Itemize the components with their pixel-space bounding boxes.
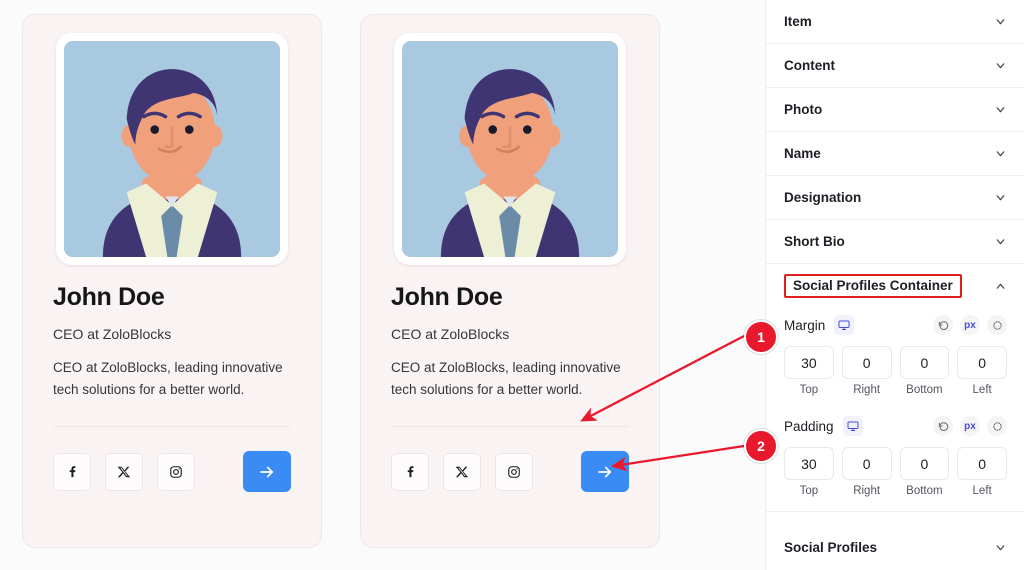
avatar-illustration-icon — [402, 41, 618, 257]
accordion-label: Item — [784, 14, 812, 29]
unit-px-toggle[interactable]: px — [960, 416, 980, 436]
avatar-frame — [394, 33, 626, 265]
accordion-label: Short Bio — [784, 234, 845, 249]
member-designation: CEO at ZoloBlocks — [391, 325, 510, 342]
margin-top-input[interactable]: 30 — [784, 346, 834, 379]
margin-control-header: Margin px — [784, 308, 1007, 342]
facebook-icon[interactable] — [391, 452, 429, 491]
settings-sidebar: Item Content Photo Name Designation Shor… — [765, 0, 1024, 570]
member-name: John Doe — [53, 283, 165, 311]
annotation-badge-1: 1 — [744, 320, 778, 354]
sidebar-item-social-profiles[interactable]: Social Profiles — [766, 525, 1024, 569]
team-member-card[interactable]: John Doe CEO at ZoloBlocks CEO at ZoloBl… — [360, 14, 660, 548]
preview-canvas: John Doe CEO at ZoloBlocks CEO at ZoloBl… — [0, 0, 765, 570]
chevron-down-icon[interactable] — [994, 103, 1007, 116]
sidebar-divider — [766, 511, 1024, 512]
padding-bottom-field: 0 Bottom — [899, 447, 950, 497]
margin-right-field: 0 Right — [841, 346, 892, 396]
arrow-right-icon[interactable] — [581, 451, 629, 493]
app-screen: John Doe CEO at ZoloBlocks CEO at ZoloBl… — [0, 0, 1024, 570]
sidebar-item-name[interactable]: Name — [766, 132, 1024, 176]
sidebar-item-designation[interactable]: Designation — [766, 176, 1024, 220]
member-bio: CEO at ZoloBlocks, leading innovative te… — [53, 359, 283, 397]
reset-icon[interactable] — [933, 416, 953, 436]
margin-left-field: 0 Left — [957, 346, 1007, 396]
margin-control-group: Margin px 30 Top 0 Right 0 Bottom 0 Left — [766, 308, 1024, 396]
margin-right-input[interactable]: 0 — [841, 346, 892, 379]
padding-left-caption: Left — [972, 485, 992, 497]
annotation-badge-2: 2 — [744, 429, 778, 463]
padding-bottom-input[interactable]: 0 — [899, 447, 950, 480]
padding-fields: 30 Top 0 Right 0 Bottom 0 Left — [784, 447, 1007, 497]
margin-tools: px — [933, 315, 1007, 335]
padding-label: Padding — [784, 418, 834, 434]
chevron-down-icon[interactable] — [994, 541, 1007, 554]
padding-right-input[interactable]: 0 — [841, 447, 892, 480]
margin-bottom-caption: Bottom — [906, 384, 943, 396]
card-divider — [53, 426, 291, 428]
margin-top-caption: Top — [799, 384, 819, 396]
margin-bottom-input[interactable]: 0 — [899, 346, 950, 379]
padding-left-input[interactable]: 0 — [957, 447, 1007, 480]
member-designation: CEO at ZoloBlocks — [53, 325, 172, 342]
link-sides-icon[interactable] — [987, 315, 1007, 335]
sidebar-item-social-profiles-container[interactable]: Social Profiles Container — [766, 264, 1024, 308]
team-member-card[interactable]: John Doe CEO at ZoloBlocks CEO at ZoloBl… — [22, 14, 322, 548]
sidebar-item-short-bio[interactable]: Short Bio — [766, 220, 1024, 264]
margin-left-input[interactable]: 0 — [957, 346, 1007, 379]
x-twitter-icon[interactable] — [105, 452, 143, 491]
facebook-icon[interactable] — [53, 452, 91, 491]
card-divider — [391, 426, 629, 428]
avatar-frame — [56, 33, 288, 265]
padding-bottom-caption: Bottom — [906, 485, 943, 497]
sidebar-item-photo[interactable]: Photo — [766, 88, 1024, 132]
accordion-label: Photo — [784, 102, 823, 117]
padding-top-caption: Top — [799, 485, 819, 497]
chevron-down-icon[interactable] — [994, 235, 1007, 248]
chevron-down-icon[interactable] — [994, 191, 1007, 204]
margin-label: Margin — [784, 317, 826, 333]
accordion-label: Social Profiles Container — [784, 274, 962, 298]
chevron-up-icon[interactable] — [994, 280, 1007, 293]
margin-bottom-field: 0 Bottom — [899, 346, 950, 396]
padding-control-header: Padding px — [784, 409, 1007, 443]
margin-fields: 30 Top 0 Right 0 Bottom 0 Left — [784, 346, 1007, 396]
padding-right-field: 0 Right — [841, 447, 892, 497]
accordion-label: Content — [784, 58, 835, 73]
unit-px-toggle[interactable]: px — [960, 315, 980, 335]
chevron-down-icon[interactable] — [994, 147, 1007, 160]
margin-top-field: 30 Top — [784, 346, 834, 396]
member-name: John Doe — [391, 283, 503, 311]
accordion-label: Name — [784, 146, 821, 161]
margin-left-caption: Left — [972, 384, 992, 396]
sidebar-item-content[interactable]: Content — [766, 44, 1024, 88]
chevron-down-icon[interactable] — [994, 59, 1007, 72]
link-sides-icon[interactable] — [987, 416, 1007, 436]
member-bio: CEO at ZoloBlocks, leading innovative te… — [391, 359, 621, 397]
margin-right-caption: Right — [853, 384, 881, 396]
padding-tools: px — [933, 416, 1007, 436]
instagram-icon[interactable] — [495, 452, 533, 491]
padding-control-group: Padding px 30 Top 0 Right 0 Bottom 0 Lef… — [766, 409, 1024, 497]
padding-top-input[interactable]: 30 — [784, 447, 834, 480]
padding-top-field: 30 Top — [784, 447, 834, 497]
x-twitter-icon[interactable] — [443, 452, 481, 491]
chevron-down-icon[interactable] — [994, 15, 1007, 28]
accordion-label: Designation — [784, 190, 862, 205]
desktop-icon[interactable] — [834, 315, 855, 335]
padding-left-field: 0 Left — [957, 447, 1007, 497]
accordion-label: Social Profiles — [784, 539, 878, 555]
sidebar-item-item[interactable]: Item — [766, 0, 1024, 44]
padding-right-caption: Right — [853, 485, 881, 497]
reset-icon[interactable] — [933, 315, 953, 335]
instagram-icon[interactable] — [157, 452, 195, 491]
arrow-right-icon[interactable] — [243, 451, 291, 493]
social-profiles-row — [391, 451, 629, 493]
desktop-icon[interactable] — [842, 416, 863, 436]
social-profiles-row — [53, 451, 291, 493]
avatar-illustration-icon — [64, 41, 280, 257]
